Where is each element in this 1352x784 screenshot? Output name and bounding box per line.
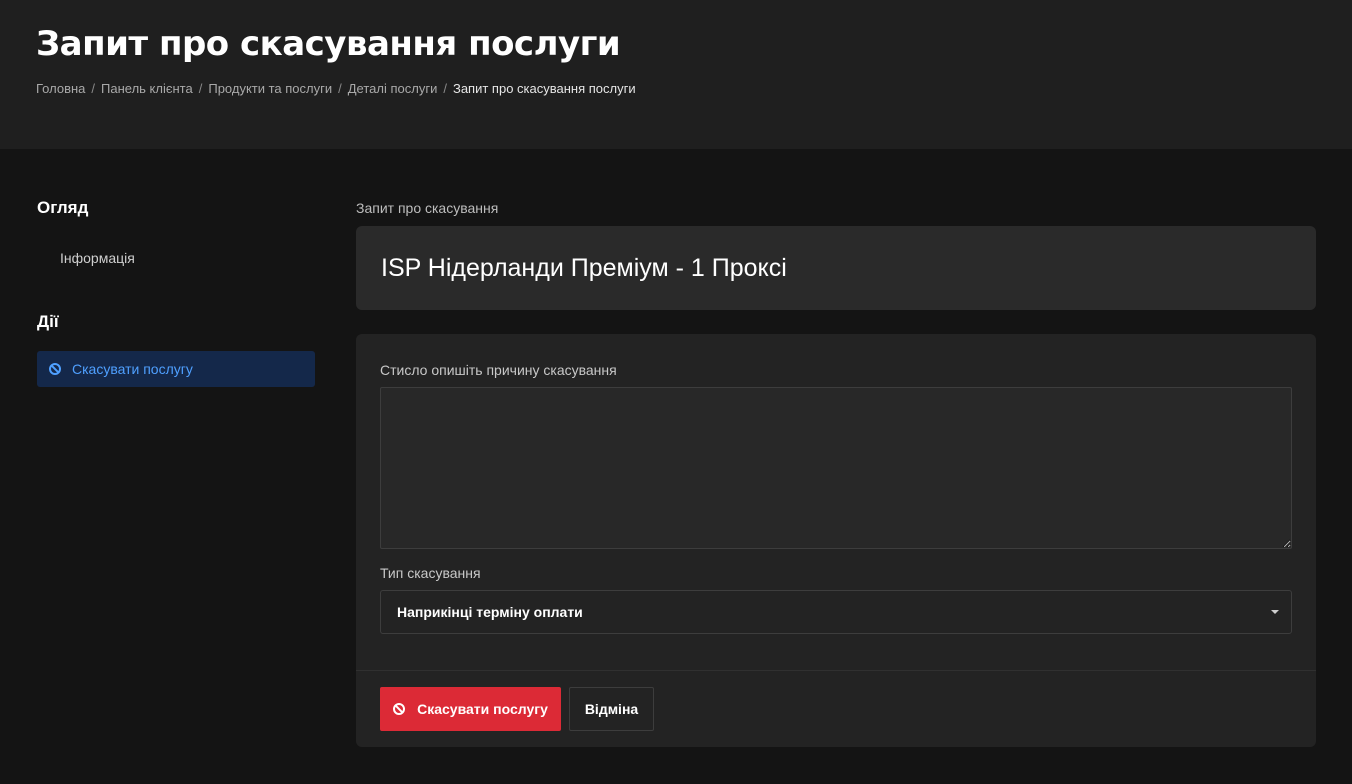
cancellation-form: Стисло опишіть причину скасування Тип ск… bbox=[356, 334, 1316, 747]
section-label: Запит про скасування bbox=[356, 200, 499, 216]
main-content: Запит про скасування ISP Нідерланди Прем… bbox=[356, 198, 1316, 747]
breadcrumb-service-details[interactable]: Деталі послуги bbox=[348, 81, 438, 96]
product-card: ISP Нідерланди Преміум - 1 Проксі bbox=[356, 226, 1316, 310]
form-divider bbox=[356, 670, 1316, 671]
dashboard-icon bbox=[37, 252, 49, 264]
cancel-service-button-label: Скасувати послугу bbox=[417, 701, 548, 717]
breadcrumb-home[interactable]: Головна bbox=[36, 81, 85, 96]
sidebar: Огляд Інформація Дії Скасувати послугу bbox=[37, 198, 315, 387]
page-title: Запит про скасування послуги bbox=[36, 24, 621, 64]
breadcrumb-client-area[interactable]: Панель клієнта bbox=[101, 81, 193, 96]
sidebar-heading-overview: Огляд bbox=[37, 198, 89, 217]
breadcrumb-products-services[interactable]: Продукти та послуги bbox=[208, 81, 332, 96]
sidebar-item-cancel-service[interactable]: Скасувати послугу bbox=[37, 351, 315, 387]
type-label: Тип скасування bbox=[380, 565, 481, 581]
page-header: Запит про скасування послуги Головна / П… bbox=[0, 0, 1352, 149]
breadcrumb-separator: / bbox=[198, 81, 203, 96]
product-name: ISP Нідерланди Преміум - 1 Проксі bbox=[381, 253, 787, 282]
sidebar-heading-actions: Дії bbox=[37, 312, 59, 331]
breadcrumb-current: Запит про скасування послуги bbox=[452, 81, 636, 96]
breadcrumb-separator: / bbox=[91, 81, 96, 96]
ban-icon bbox=[49, 363, 61, 375]
caret-down-icon bbox=[1271, 610, 1279, 614]
sidebar-item-label: Інформація bbox=[60, 250, 135, 266]
reason-label: Стисло опишіть причину скасування bbox=[380, 362, 617, 378]
select-value: Наприкінці терміну оплати bbox=[397, 604, 583, 620]
sidebar-item-information[interactable]: Інформація bbox=[37, 240, 315, 276]
cancellation-type-select[interactable]: Наприкінці терміну оплати bbox=[380, 590, 1292, 634]
breadcrumb-separator: / bbox=[443, 81, 447, 96]
ban-icon bbox=[393, 703, 406, 715]
reason-textarea[interactable] bbox=[380, 387, 1292, 549]
sidebar-item-label: Скасувати послугу bbox=[72, 361, 193, 377]
breadcrumb: Головна / Панель клієнта / Продукти та п… bbox=[36, 81, 636, 96]
cancel-service-button[interactable]: Скасувати послугу bbox=[380, 687, 561, 731]
dismiss-button[interactable]: Відміна bbox=[569, 687, 654, 731]
breadcrumb-separator: / bbox=[338, 81, 342, 96]
